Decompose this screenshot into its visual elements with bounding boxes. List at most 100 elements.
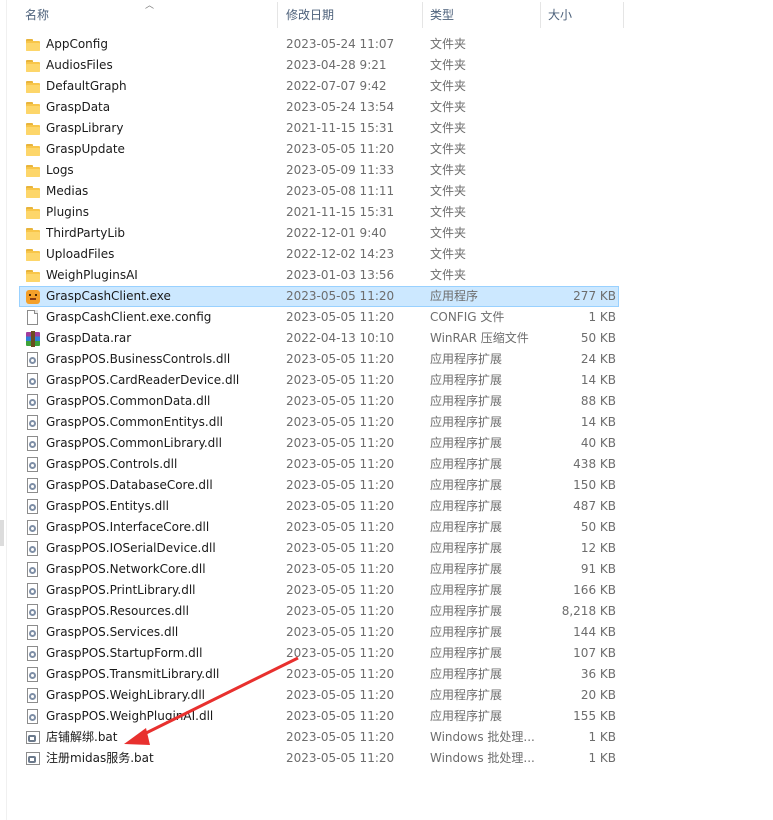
folder-icon (25, 121, 41, 137)
file-type: 应用程序扩展 (430, 352, 503, 366)
file-list: AppConfig 2023-05-24 11:07 文件夹 AudiosFiles 2… (19, 34, 625, 769)
file-row[interactable]: GraspPOS.BusinessControls.dll 2023-05-05 … (19, 349, 625, 370)
file-type: 文件夹 (430, 247, 467, 261)
file-size: 50 KB (580, 331, 616, 345)
file-name: GraspPOS.WeighLibrary.dll (46, 688, 206, 702)
file-row[interactable]: 店铺解绑.bat 2023-05-05 11:20 Windows 批处理... 1 … (19, 727, 625, 748)
file-type: 应用程序扩展 (430, 478, 503, 492)
file-row[interactable]: GraspCashClient.exe 2023-05-05 11:20 应用程序 2… (19, 286, 619, 307)
file-size: 150 KB (573, 478, 616, 492)
file-row[interactable]: ThirdPartyLib 2022-12-01 9:40 文件夹 (19, 223, 625, 244)
file-row[interactable]: GraspPOS.StartupForm.dll 2023-05-05 11:20… (19, 643, 625, 664)
dll-icon (25, 667, 41, 683)
file-row[interactable]: GraspPOS.CommonData.dll 2023-05-05 11:20 应… (19, 391, 625, 412)
file-date: 2022-12-02 14:23 (286, 247, 395, 261)
file-date: 2023-05-05 11:20 (286, 436, 395, 450)
folder-icon (25, 100, 41, 116)
file-row[interactable]: GraspPOS.PrintLibrary.dll 2023-05-05 11:2… (19, 580, 625, 601)
left-scrollbar[interactable] (0, 0, 7, 820)
file-size (544, 118, 616, 139)
file-date: 2023-05-05 11:20 (286, 730, 395, 744)
file-row[interactable]: GraspPOS.IOSerialDevice.dll 2023-05-05 11… (19, 538, 625, 559)
file-date: 2023-05-05 11:20 (286, 604, 395, 618)
file-date: 2023-04-28 9:21 (286, 58, 387, 72)
column-divider[interactable] (277, 2, 278, 28)
dll-icon (25, 415, 41, 431)
file-row[interactable]: 注册midas服务.bat 2023-05-05 11:20 Windows 批处理… (19, 748, 625, 769)
file-size (544, 139, 616, 160)
file-size: 1 KB (588, 730, 616, 744)
file-row[interactable]: Plugins 2021-11-15 15:31 文件夹 (19, 202, 625, 223)
file-row[interactable]: GraspPOS.DatabaseCore.dll 2023-05-05 11:2… (19, 475, 625, 496)
file-name: GraspCashClient.exe.config (46, 310, 212, 324)
column-divider[interactable] (623, 2, 624, 28)
file-type: Windows 批处理... (430, 751, 535, 765)
file-name: GraspPOS.InterfaceCore.dll (46, 520, 210, 534)
file-row[interactable]: GraspPOS.Services.dll 2023-05-05 11:20 应用程… (19, 622, 625, 643)
file-row[interactable]: GraspUpdate 2023-05-05 11:20 文件夹 (19, 139, 625, 160)
file-name: GraspPOS.IOSerialDevice.dll (46, 541, 216, 555)
file-row[interactable]: GraspData 2023-05-24 13:54 文件夹 (19, 97, 625, 118)
column-divider[interactable] (422, 2, 423, 28)
file-row[interactable]: GraspPOS.InterfaceCore.dll 2023-05-05 11:… (19, 517, 625, 538)
scrollbar-thumb[interactable] (0, 520, 4, 546)
file-name: GraspLibrary (46, 121, 124, 135)
dll-icon (25, 562, 41, 578)
file-date: 2023-05-05 11:20 (286, 646, 395, 660)
file-name: AudiosFiles (46, 58, 113, 72)
file-size (544, 202, 616, 223)
dll-icon (25, 583, 41, 599)
column-header-type[interactable]: 类型 (424, 0, 540, 30)
file-name: Plugins (46, 205, 89, 219)
file-date: 2023-05-05 11:20 (286, 478, 395, 492)
file-row[interactable]: GraspPOS.WeighLibrary.dll 2023-05-05 11:2… (19, 685, 625, 706)
file-row[interactable]: AudiosFiles 2023-04-28 9:21 文件夹 (19, 55, 625, 76)
file-name: GraspPOS.Entitys.dll (46, 499, 169, 513)
file-date: 2023-05-05 11:20 (286, 415, 395, 429)
file-date: 2023-05-24 13:54 (286, 100, 395, 114)
file-row[interactable]: Logs 2023-05-09 11:33 文件夹 (19, 160, 625, 181)
file-date: 2023-05-09 11:33 (286, 163, 395, 177)
file-name: GraspPOS.Resources.dll (46, 604, 189, 618)
file-row[interactable]: GraspPOS.Entitys.dll 2023-05-05 11:20 应用程序… (19, 496, 625, 517)
file-row[interactable]: UploadFiles 2022-12-02 14:23 文件夹 (19, 244, 625, 265)
file-type: 应用程序扩展 (430, 499, 503, 513)
file-date: 2023-05-05 11:20 (286, 583, 395, 597)
file-date: 2023-05-05 11:20 (286, 709, 395, 723)
file-type: 应用程序扩展 (430, 667, 503, 681)
file-name: GraspPOS.TransmitLibrary.dll (46, 667, 220, 681)
column-divider[interactable] (540, 2, 541, 28)
file-row[interactable]: DefaultGraph 2022-07-07 9:42 文件夹 (19, 76, 625, 97)
dll-icon (25, 352, 41, 368)
file-type: 应用程序扩展 (430, 415, 503, 429)
file-date: 2023-05-05 11:20 (286, 625, 395, 639)
file-row[interactable]: GraspData.rar 2022-04-13 10:10 WinRAR 压缩文件… (19, 328, 625, 349)
file-type: WinRAR 压缩文件 (430, 331, 529, 345)
column-header-size[interactable]: 大小 (542, 0, 622, 30)
column-header-date[interactable]: 修改日期 (280, 0, 420, 30)
file-row[interactable]: AppConfig 2023-05-24 11:07 文件夹 (19, 34, 625, 55)
file-row[interactable]: GraspPOS.TransmitLibrary.dll 2023-05-05 1… (19, 664, 625, 685)
file-row[interactable]: GraspPOS.CommonLibrary.dll 2023-05-05 11:… (19, 433, 625, 454)
file-row[interactable]: GraspPOS.Resources.dll 2023-05-05 11:20 应用… (19, 601, 625, 622)
file-row[interactable]: GraspPOS.Controls.dll 2023-05-05 11:20 应用程… (19, 454, 625, 475)
column-header-row: 名称 ︿ 修改日期 类型 大小 (19, 0, 625, 30)
file-name: DefaultGraph (46, 79, 127, 93)
file-type: 文件夹 (430, 79, 467, 93)
dll-icon (25, 499, 41, 515)
file-type: 文件夹 (430, 226, 467, 240)
dll-icon (25, 373, 41, 389)
file-type: 应用程序扩展 (430, 625, 503, 639)
dll-icon (25, 625, 41, 641)
file-row[interactable]: GraspCashClient.exe.config 2023-05-05 11:… (19, 307, 625, 328)
file-row[interactable]: GraspLibrary 2021-11-15 15:31 文件夹 (19, 118, 625, 139)
file-row[interactable]: Medias 2023-05-08 11:11 文件夹 (19, 181, 625, 202)
file-row[interactable]: GraspPOS.CardReaderDevice.dll 2023-05-05 … (19, 370, 625, 391)
file-row[interactable]: GraspPOS.CommonEntitys.dll 2023-05-05 11:… (19, 412, 625, 433)
file-row[interactable]: WeighPluginsAI 2023-01-03 13:56 文件夹 (19, 265, 625, 286)
file-row[interactable]: GraspPOS.NetworkCore.dll 2023-05-05 11:20… (19, 559, 625, 580)
file-name: Logs (46, 163, 74, 177)
file-name: GraspPOS.CommonData.dll (46, 394, 211, 408)
file-row[interactable]: GraspPOS.WeighPluginAI.dll 2023-05-05 11:… (19, 706, 625, 727)
file-name: GraspData (46, 100, 111, 114)
